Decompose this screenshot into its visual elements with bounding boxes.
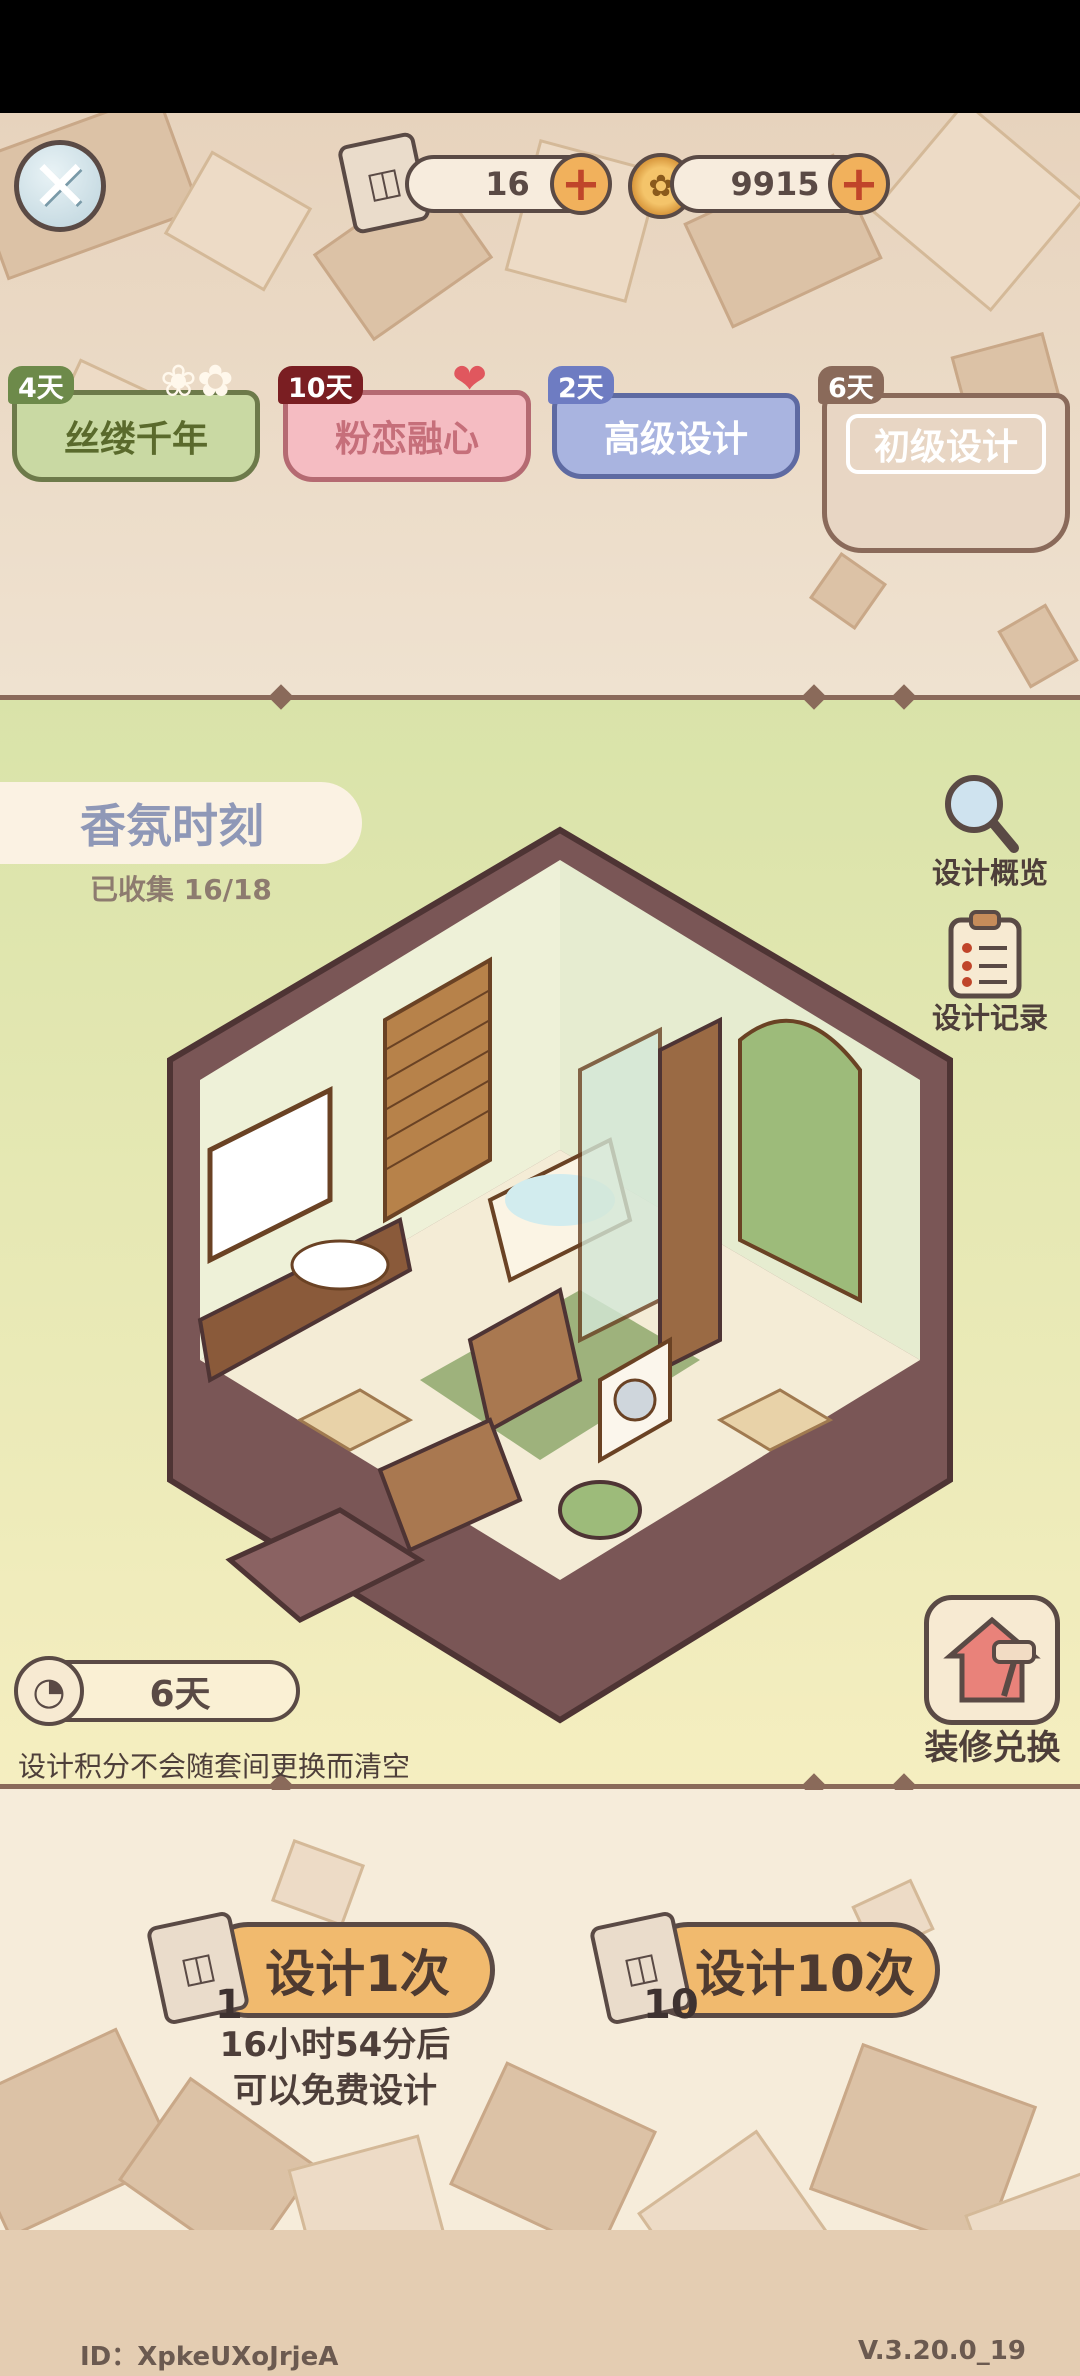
tab-badge: 10天 bbox=[278, 366, 363, 404]
shower-glass bbox=[578, 1026, 662, 1344]
points-note: 设计积分不会随套间更换而清空 bbox=[18, 1750, 411, 1783]
tab-label: 粉恋融心 bbox=[334, 419, 479, 460]
divider-top bbox=[0, 695, 1080, 700]
design-records-button[interactable] bbox=[945, 910, 1025, 1000]
add-scrolls-button[interactable]: + bbox=[550, 153, 612, 215]
tab-basic-design[interactable]: 初级设计 bbox=[822, 393, 1070, 553]
close-button[interactable]: ✕ bbox=[14, 140, 106, 232]
free-countdown-line: 16小时54分后 bbox=[219, 2025, 451, 2065]
tab-badge: 2天 bbox=[548, 366, 614, 404]
bottom-panel bbox=[0, 1790, 1080, 2376]
design-ten-label: 设计10次 bbox=[695, 1945, 915, 2003]
version-label: V.3.20.0_19 bbox=[858, 2336, 1026, 2366]
tab-badge-text: 10天 bbox=[288, 372, 353, 404]
plus-icon: + bbox=[838, 156, 880, 212]
sink bbox=[290, 1239, 390, 1291]
tab-badge-text: 2天 bbox=[558, 372, 604, 404]
heart-icon: ❤ bbox=[452, 354, 488, 403]
close-icon: ✕ bbox=[30, 145, 90, 227]
tall-cabinet bbox=[658, 1016, 722, 1374]
renovation-exchange-label[interactable]: 装修兑换 bbox=[905, 1720, 1080, 1769]
tab-label: 高级设计 bbox=[603, 419, 748, 460]
toilet bbox=[558, 1480, 642, 1540]
flower-decoration-icon: ❀✿ bbox=[160, 356, 234, 407]
design-overview-button[interactable] bbox=[920, 770, 1040, 860]
design-ten-cost: 10 bbox=[643, 1982, 699, 2028]
tab-badge: 4天 bbox=[8, 366, 74, 404]
house-paint-roller-icon bbox=[943, 1616, 1041, 1703]
plus-icon: + bbox=[560, 156, 602, 212]
tab-badge-text: 4天 bbox=[18, 372, 64, 404]
magnifier-icon bbox=[945, 775, 1019, 853]
player-id: ID：XpkeUXoJrjeA bbox=[80, 2342, 339, 2372]
remaining-time-value: 6天 bbox=[149, 1674, 211, 1715]
washer-door bbox=[613, 1378, 657, 1422]
scrolls-value: 16 bbox=[485, 165, 530, 203]
tab-badge: 6天 bbox=[818, 366, 884, 404]
renovation-exchange-button[interactable] bbox=[924, 1595, 1060, 1725]
room-illustration[interactable] bbox=[160, 820, 960, 1750]
clock-icon: ◔ bbox=[14, 1656, 84, 1726]
tab-label: 丝缕千年 bbox=[63, 419, 208, 460]
design-records-label[interactable]: 设计记录 bbox=[900, 995, 1080, 1037]
add-coins-button[interactable]: + bbox=[828, 153, 890, 215]
design-overview-label[interactable]: 设计概览 bbox=[900, 850, 1080, 892]
status-bar bbox=[0, 0, 1080, 113]
free-design-countdown: 16小时54分后 可以免费设计 bbox=[170, 2022, 500, 2114]
tab-badge-text: 6天 bbox=[828, 372, 874, 404]
clipboard-icon bbox=[948, 910, 1022, 999]
free-countdown-line: 可以免费设计 bbox=[233, 2071, 437, 2111]
tab-advanced-design[interactable]: 高级设计 bbox=[552, 393, 800, 479]
tab-label: 初级设计 bbox=[845, 414, 1046, 474]
coins-value: 9915 bbox=[730, 165, 820, 203]
design-once-label: 设计1次 bbox=[265, 1945, 450, 2003]
